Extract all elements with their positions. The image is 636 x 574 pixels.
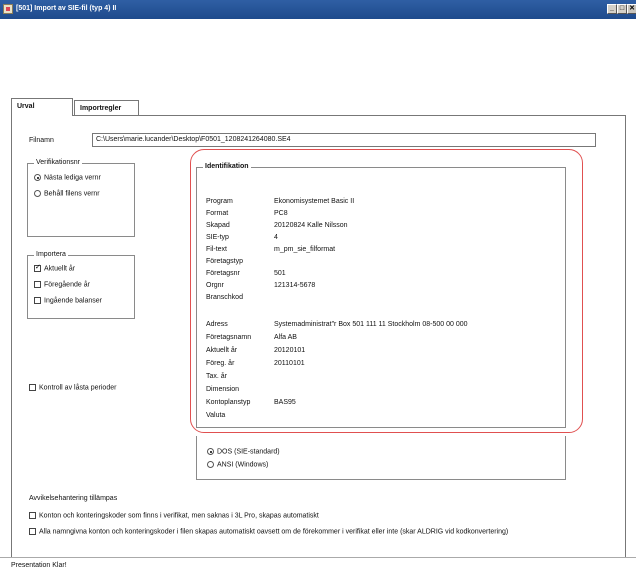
close-button[interactable]: ✕ — [627, 4, 636, 14]
importera-group: Importera Aktuellt år Föregående år Ingå… — [27, 251, 135, 319]
radio-nasta-lediga[interactable]: Nästa lediga vernr — [34, 174, 101, 181]
checkbox-ingaende-balanser[interactable]: Ingående balanser — [34, 297, 102, 304]
tab-importregler-label: Importregler — [80, 105, 122, 112]
window-title: [501] Import av SIE-fil (typ 4) II — [16, 5, 117, 12]
checkbox-indicator[interactable] — [34, 297, 41, 304]
filnamn-label: Filnamn — [29, 137, 54, 144]
avvikelse-title: Avvikelsehantering tillämpas — [29, 495, 118, 502]
checkbox-foregaende-ar[interactable]: Föregående år — [34, 281, 90, 288]
checkbox-label: Kontroll av låsta perioder — [39, 384, 117, 392]
minimize-button[interactable]: _ — [607, 4, 617, 14]
app-icon — [3, 4, 13, 14]
status-bar: Presentation Klar! — [0, 557, 636, 574]
checkbox-indicator[interactable] — [29, 512, 36, 519]
filnamn-input[interactable]: C:\Users\marie.lucander\Desktop\F0501_12… — [92, 133, 596, 147]
highlight-annotation — [190, 149, 583, 433]
checkbox-label: Föregående år — [44, 281, 90, 289]
radio-behall-filens[interactable]: Behåll filens vernr — [34, 190, 100, 197]
radio-ansi[interactable]: ANSI (Windows) — [207, 461, 268, 468]
checkbox-indicator[interactable] — [34, 281, 41, 288]
radio-dos[interactable]: DOS (SIE-standard) — [207, 448, 280, 455]
verifikationsnr-group: Verifikationsnr Nästa lediga vernr Behål… — [27, 159, 135, 237]
tab-urval[interactable]: Urval — [11, 98, 73, 116]
checkbox-label: Alla namngivna konton och konteringskode… — [39, 528, 509, 536]
radio-label: Behåll filens vernr — [44, 190, 100, 198]
radio-label: Nästa lediga vernr — [44, 174, 101, 182]
radio-indicator[interactable] — [207, 448, 214, 455]
checkbox-alla-namngivna-konton[interactable]: Alla namngivna konton och konteringskode… — [29, 528, 508, 535]
maximize-button[interactable]: □ — [617, 4, 627, 14]
radio-label: ANSI (Windows) — [217, 461, 269, 469]
checkbox-label: Ingående balanser — [44, 297, 102, 305]
radio-indicator[interactable] — [34, 190, 41, 197]
checkbox-aktuellt-ar[interactable]: Aktuellt år — [34, 263, 76, 273]
checkbox-label: Aktuellt år — [44, 265, 76, 273]
checkbox-kontroll-lasta-perioder[interactable]: Kontroll av låsta perioder — [29, 384, 116, 391]
tab-importregler[interactable]: Importregler — [74, 100, 139, 115]
radio-indicator[interactable] — [34, 174, 41, 181]
radio-label: DOS (SIE-standard) — [217, 448, 280, 456]
checkbox-indicator[interactable] — [34, 263, 41, 272]
checkbox-konton-saknas[interactable]: Konton och konteringskoder som finns i v… — [29, 512, 319, 519]
importera-title: Importera — [34, 251, 68, 258]
checkbox-indicator[interactable] — [29, 384, 36, 391]
title-bar: [501] Import av SIE-fil (typ 4) II _ □ ✕ — [0, 0, 636, 19]
tab-urval-label: Urval — [17, 103, 35, 110]
checkbox-label: Konton och konteringskoder som finns i v… — [39, 512, 319, 520]
verifikationsnr-title: Verifikationsnr — [34, 159, 82, 166]
status-text: Presentation Klar! — [11, 562, 67, 569]
radio-indicator[interactable] — [207, 461, 214, 468]
teckenkod-group: DOS (SIE-standard) ANSI (Windows) — [196, 436, 566, 480]
checkbox-indicator[interactable] — [29, 528, 36, 535]
